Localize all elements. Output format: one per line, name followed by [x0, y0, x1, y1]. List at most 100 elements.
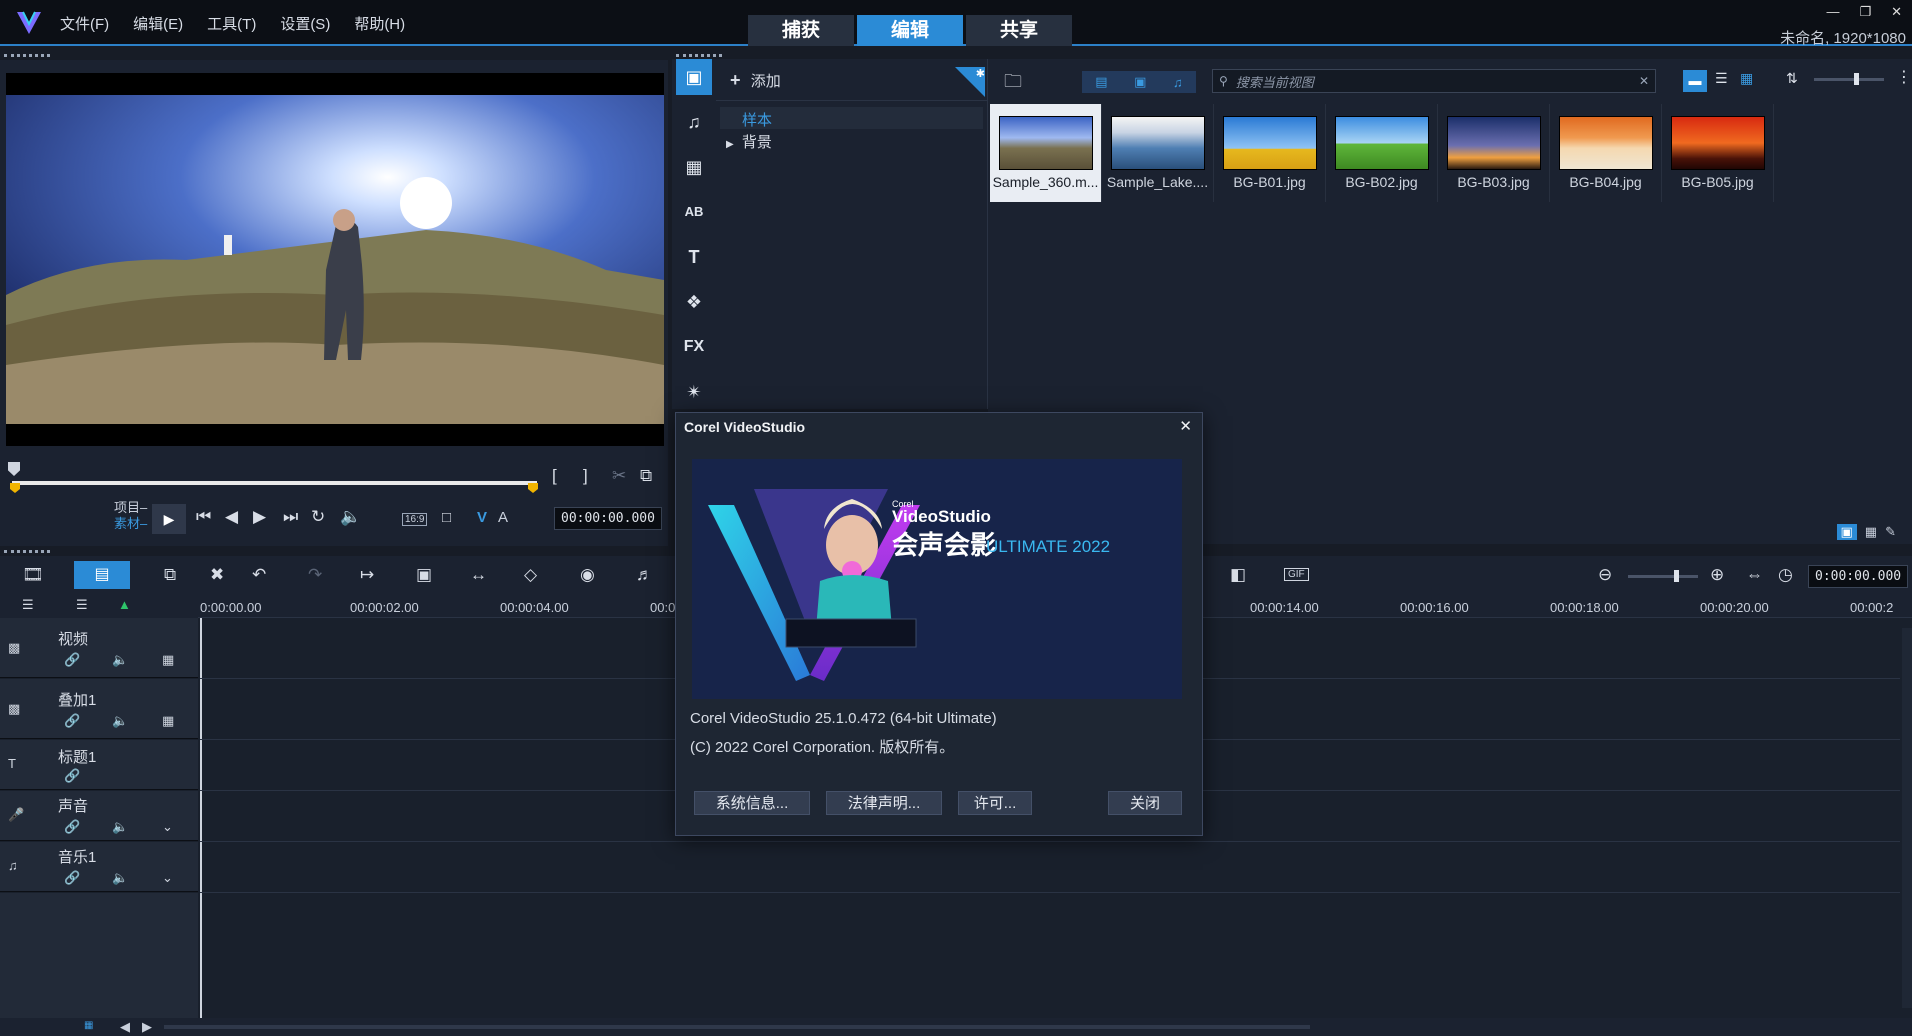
track-header-video[interactable]: ▩ 视频 🔗 🔈 ▦ [0, 618, 198, 678]
record-capture-icon[interactable]: ◉ [580, 565, 595, 585]
project-mode-label[interactable]: 项目– [114, 500, 147, 516]
go-to-start-icon[interactable]: ⏮ [196, 507, 211, 527]
mute-icon[interactable]: 🔈 [112, 819, 128, 835]
split-clip-icon[interactable]: ✂ [612, 466, 626, 486]
menu-file[interactable]: 文件(F) [60, 13, 109, 34]
show-video-icon[interactable]: ▤ [1095, 74, 1107, 90]
slider-thumb[interactable] [1854, 73, 1859, 85]
menu-help[interactable]: 帮助(H) [354, 13, 405, 34]
tab-edit[interactable]: 编辑 [857, 15, 963, 46]
folder-background[interactable]: ▶ 背景 [716, 129, 987, 154]
path-motion-icon[interactable]: ✴ [676, 374, 712, 410]
zoom-in-icon[interactable]: ⊕ [1710, 565, 1724, 585]
playback-mode[interactable]: 项目– 素材– [114, 500, 147, 532]
scroll-right-icon[interactable]: ▶ [142, 1019, 152, 1035]
thumbnail-sample-360[interactable]: Sample_360.m... [990, 104, 1102, 202]
view-thumbnail-icon[interactable]: ▬ [1683, 70, 1707, 92]
timeline-view-icon[interactable]: ▤ [74, 561, 130, 589]
mark-out-button[interactable]: ] [583, 466, 588, 486]
show-audio-icon[interactable]: ♫ [1173, 75, 1183, 90]
link-icon[interactable]: 🔗 [64, 819, 80, 835]
track-manager-icon[interactable]: ☰ [22, 597, 34, 613]
filters-fx-icon[interactable]: FX [676, 329, 712, 365]
thumbnail-size-slider[interactable] [1814, 73, 1884, 85]
gif-icon[interactable]: GIF [1284, 568, 1309, 581]
media-library-icon[interactable]: ▣ [676, 59, 712, 95]
zoom-slider-thumb[interactable] [1674, 570, 1679, 582]
pan-zoom-icon[interactable]: ▣ [416, 565, 432, 585]
next-frame-icon[interactable]: ▶ [253, 507, 266, 527]
thumbnail-bg-b03[interactable]: BG-B03.jpg [1438, 104, 1550, 202]
thumbnail-bg-b04[interactable]: BG-B04.jpg [1550, 104, 1662, 202]
transparency-icon[interactable]: ▦ [162, 713, 174, 729]
menu-settings[interactable]: 设置(S) [280, 13, 330, 34]
folder-sample[interactable]: 样本 [720, 107, 983, 129]
storyboard-view-icon[interactable]: 🎞 [22, 565, 44, 585]
tab-capture[interactable]: 捕获 [748, 15, 854, 46]
title-effect-icon[interactable]: AB [676, 194, 712, 230]
customize-toolbar-icon[interactable]: ⧉ [164, 565, 176, 585]
show-options-icon[interactable]: ▦ [1865, 524, 1877, 540]
color-grading-icon[interactable]: ◧ [1230, 565, 1246, 585]
panel-grip[interactable] [4, 54, 50, 58]
aspect-ratio-button[interactable]: 16:9 [402, 513, 428, 526]
preview-timecode[interactable]: 00:00:00.000 [554, 507, 662, 530]
mute-icon[interactable]: 🔈 [112, 652, 128, 668]
restore-icon[interactable]: ❐ [1859, 4, 1871, 20]
preview-scrub-track[interactable] [12, 481, 537, 485]
library-grip[interactable] [676, 54, 722, 58]
import-media-icon[interactable]: 🗀 [1004, 69, 1022, 99]
track-header-overlay[interactable]: ▩ 叠加1 🔗 🔈 ▦ [0, 679, 198, 739]
add-folder-button[interactable]: + 添加 [716, 59, 987, 101]
transparency-icon[interactable]: ▦ [162, 652, 174, 668]
instant-project-icon[interactable]: ♫ [676, 104, 712, 140]
transition-icon[interactable]: ▦ [676, 149, 712, 185]
menu-edit[interactable]: 编辑(E) [133, 13, 183, 34]
mute-icon[interactable]: 🔈 [112, 870, 128, 886]
ripple-edit-icon[interactable]: ▲ [118, 597, 131, 612]
view-grid-icon[interactable]: ▦ [1740, 70, 1753, 87]
license-button[interactable]: 许可... [958, 791, 1032, 815]
clear-search-icon[interactable]: ✕ [1639, 74, 1649, 88]
chapter-menu-icon[interactable]: ☰ [76, 597, 88, 613]
text-title-icon[interactable]: T [676, 239, 712, 275]
previous-frame-icon[interactable]: ◀ [225, 507, 238, 527]
track-row-music[interactable] [200, 842, 1900, 893]
timeline-grip[interactable] [4, 550, 50, 554]
close-icon[interactable]: ✕ [1891, 4, 1902, 20]
motion-tracking-icon[interactable]: ◇ [524, 565, 537, 585]
library-options-icon[interactable]: ⋮ [1896, 67, 1912, 87]
link-icon[interactable]: 🔗 [64, 713, 80, 729]
smart-proxy-audio-icon[interactable]: A [498, 509, 508, 526]
track-header-voice[interactable]: 🎤 声音 🔗 🔈 ⌄ [0, 791, 198, 841]
graphics-icon[interactable]: ❖ [676, 284, 712, 320]
zoom-out-icon[interactable]: ⊖ [1598, 565, 1612, 585]
undo-icon[interactable]: ↶ [252, 565, 266, 585]
enlarge-preview-icon[interactable]: ⧉ [640, 466, 652, 486]
sound-mixer-icon[interactable]: ♬ [636, 565, 653, 585]
split-track-icon[interactable]: ↔ [470, 565, 487, 585]
storyboard-toggle-icon[interactable]: ▦ [84, 1020, 93, 1031]
tools-icon[interactable]: ✖ [210, 565, 224, 585]
link-icon[interactable]: 🔗 [64, 768, 80, 784]
track-header-title[interactable]: T 标题1 🔗 [0, 740, 198, 790]
mark-in-button[interactable]: [ [552, 466, 557, 486]
thumbnail-bg-b01[interactable]: BG-B01.jpg [1214, 104, 1326, 202]
thumbnail-bg-b02[interactable]: BG-B02.jpg [1326, 104, 1438, 202]
sort-icon[interactable]: ⇅ [1786, 70, 1798, 87]
fit-project-icon[interactable]: ⇔ [1746, 565, 1763, 585]
chevron-down-icon[interactable]: ⌄ [162, 870, 173, 886]
show-library-icon[interactable]: ▣ [1836, 524, 1857, 540]
clip-mode-label[interactable]: 素材– [114, 516, 147, 532]
edit-properties-icon[interactable]: ✎ [1885, 524, 1896, 540]
horizontal-scrollbar[interactable] [164, 1025, 1310, 1029]
thumbnail-bg-b05[interactable]: BG-B05.jpg [1662, 104, 1774, 202]
crop-icon[interactable]: □ [442, 509, 451, 526]
volume-icon[interactable]: 🔈 [340, 507, 361, 527]
link-icon[interactable]: 🔗 [64, 652, 80, 668]
legal-notice-button[interactable]: 法律声明... [826, 791, 942, 815]
timeline-timecode[interactable]: 0:00:00.000 [1808, 565, 1908, 588]
scroll-left-icon[interactable]: ◀ [120, 1019, 130, 1035]
search-box[interactable]: ⚲ 搜索当前视图 ✕ [1212, 69, 1656, 93]
thumbnail-sample-lake[interactable]: Sample_Lake.... [1102, 104, 1214, 202]
